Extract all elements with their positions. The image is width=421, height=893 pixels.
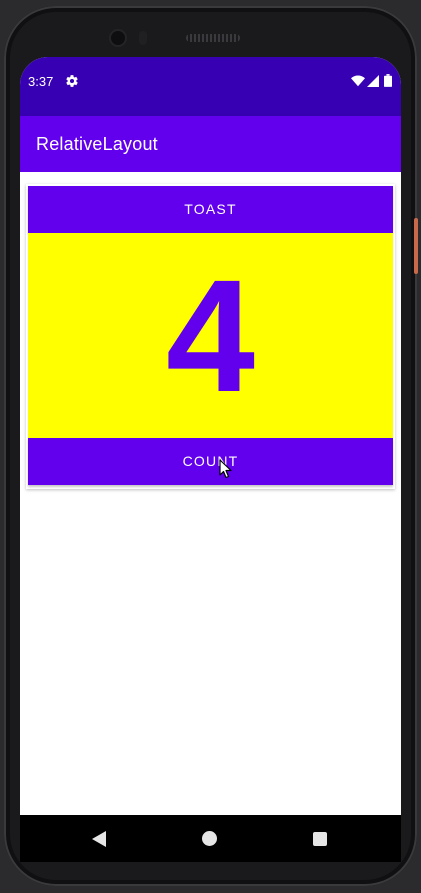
gear-icon <box>66 75 78 87</box>
battery-icon <box>384 74 392 87</box>
app-title: RelativeLayout <box>36 134 158 154</box>
count-display: 4 <box>28 233 393 438</box>
back-triangle-icon[interactable] <box>92 831 106 847</box>
recents-square-icon[interactable] <box>313 832 327 846</box>
front-camera <box>111 31 125 45</box>
status-time: 3:37 <box>28 74 54 89</box>
status-bar: 3:37 <box>20 57 401 116</box>
toast-button[interactable]: TOAST <box>28 186 393 233</box>
cell-signal-icon <box>367 75 379 87</box>
mouse-cursor-icon <box>219 459 232 479</box>
home-circle-icon[interactable] <box>202 831 217 846</box>
screen: 3:37 RelativeLayout TOAST 4 COUNT <box>20 57 401 856</box>
earpiece-speaker <box>186 34 240 42</box>
relative-layout-container: TOAST 4 COUNT <box>26 184 395 489</box>
proximity-sensor <box>139 31 147 45</box>
power-button <box>414 218 418 274</box>
wifi-icon <box>351 75 365 87</box>
navigation-bar <box>20 815 401 862</box>
app-bar: RelativeLayout <box>20 116 401 172</box>
main-content: TOAST 4 COUNT <box>20 172 401 856</box>
count-value: 4 <box>166 246 255 425</box>
count-button[interactable]: COUNT <box>28 438 393 485</box>
